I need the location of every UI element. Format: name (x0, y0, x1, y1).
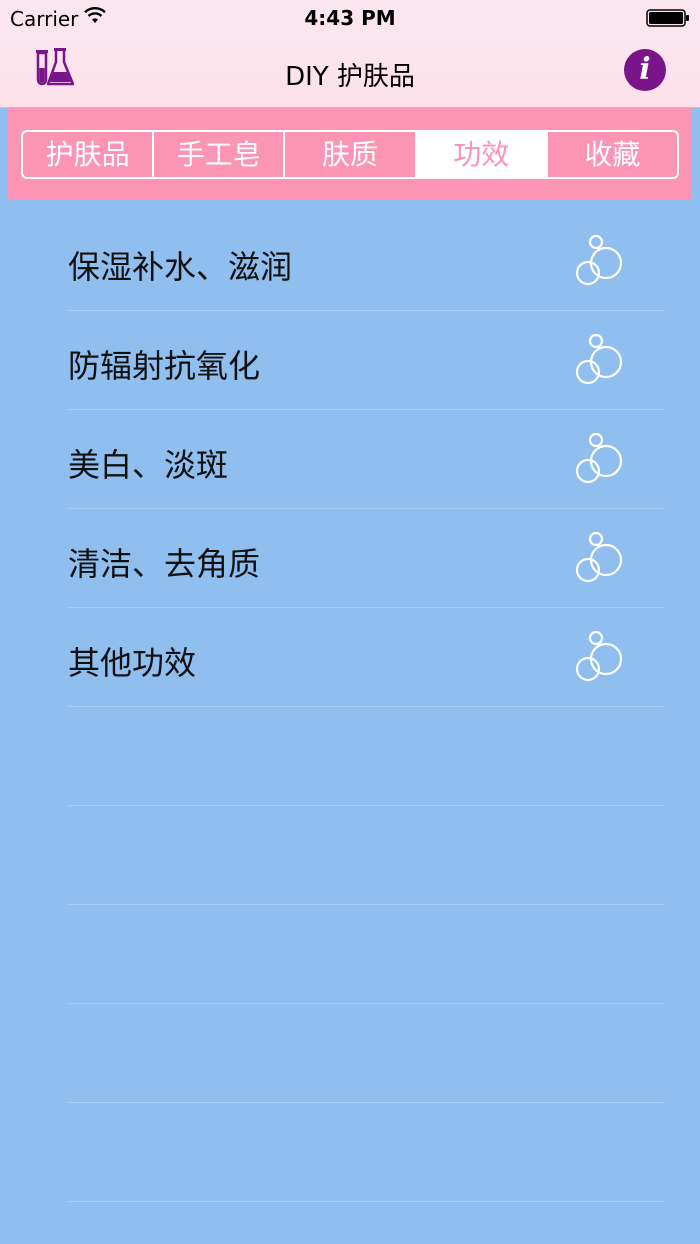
list-item[interactable]: 保湿补水、滋润 (68, 212, 665, 311)
list-item-label: 保湿补水、滋润 (68, 248, 293, 286)
empty-row (68, 1004, 665, 1103)
tab-effects[interactable]: 功效 (416, 132, 548, 177)
tab-favorites[interactable]: 收藏 (548, 132, 677, 177)
tab-skincare[interactable]: 护肤品 (23, 132, 155, 177)
tab-handmade-soap[interactable]: 手工皂 (154, 132, 286, 177)
tab-skin-type[interactable]: 肤质 (285, 132, 417, 177)
list-item-label: 清洁、去角质 (68, 545, 261, 583)
bubbles-icon (575, 333, 623, 385)
bubbles-icon (575, 531, 623, 583)
status-bar: Carrier 4:43 PM (0, 0, 700, 36)
list-item[interactable]: 清洁、去角质 (68, 509, 665, 608)
nav-bar: DIY 护肤品 i (0, 36, 700, 108)
status-time: 4:43 PM (304, 6, 396, 30)
bubbles-icon (575, 630, 623, 682)
info-button[interactable]: i (624, 49, 666, 91)
empty-row (68, 905, 665, 1004)
list-item-label: 其他功效 (68, 644, 197, 682)
list-item[interactable]: 其他功效 (68, 608, 665, 707)
empty-row (68, 1103, 665, 1202)
list-item-label: 防辐射抗氧化 (68, 347, 261, 385)
empty-row (68, 806, 665, 905)
battery-icon (646, 9, 689, 27)
list-item[interactable]: 美白、淡斑 (68, 410, 665, 509)
page-title: DIY 护肤品 (285, 62, 415, 92)
empty-row (68, 707, 665, 806)
segmented-control: 护肤品 手工皂 肤质 功效 收藏 (21, 130, 679, 179)
list-item-label: 美白、淡斑 (68, 446, 229, 484)
effects-list: 保湿补水、滋润 防辐射抗氧化 美白、淡斑 清洁、去角质 其他功效 (68, 212, 665, 1202)
bubbles-icon (575, 234, 623, 286)
segment-strip: 护肤品 手工皂 肤质 功效 收藏 (8, 108, 692, 200)
list-item[interactable]: 防辐射抗氧化 (68, 311, 665, 410)
bubbles-icon (575, 432, 623, 484)
info-icon: i (639, 52, 651, 87)
